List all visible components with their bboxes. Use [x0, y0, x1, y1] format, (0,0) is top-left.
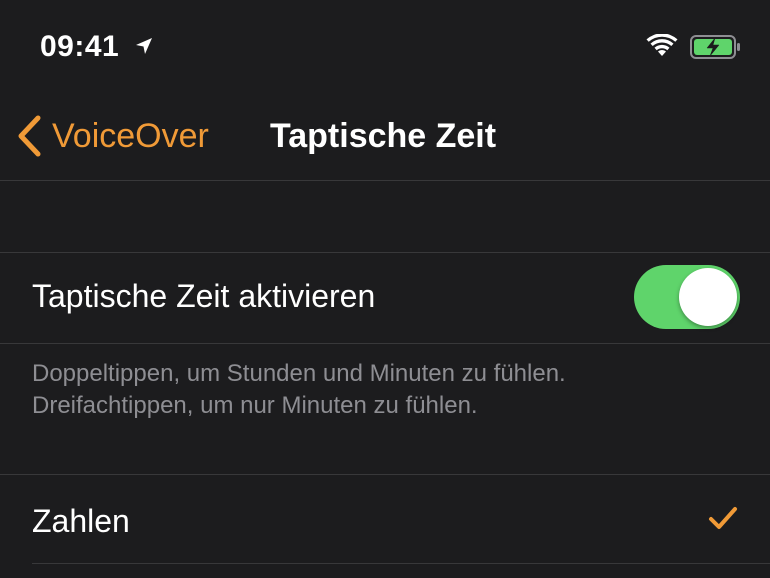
wifi-icon	[646, 34, 678, 56]
back-button-label: VoiceOver	[52, 116, 209, 155]
status-time: 09:41	[40, 30, 120, 63]
section-footer: Doppeltippen, um Stunden und Minuten zu …	[32, 358, 732, 422]
battery-charging-icon	[690, 35, 740, 59]
page-title: Taptische Zeit	[270, 117, 497, 155]
status-bar: 09:41	[0, 0, 770, 94]
checkmark-icon	[709, 507, 737, 529]
chevron-left-icon	[18, 115, 41, 157]
footer-line-2: Dreifachtippen, um nur Minuten zu fühlen…	[32, 392, 478, 419]
toggle-label: Taptische Zeit aktivieren	[32, 278, 376, 314]
footer-line-1: Doppeltippen, um Stunden und Minuten zu …	[32, 360, 566, 387]
navigation-bar: VoiceOver Taptische Zeit	[0, 94, 770, 181]
option-row-zahlen[interactable]: Zahlen	[0, 474, 770, 565]
row-separator	[32, 563, 770, 564]
location-arrow-icon	[136, 38, 152, 54]
taptic-time-toggle[interactable]	[634, 265, 740, 329]
toggle-row-taptic-time: Taptische Zeit aktivieren	[0, 252, 770, 344]
back-button[interactable]: VoiceOver	[16, 114, 209, 158]
option-label: Zahlen	[32, 503, 130, 539]
section-spacer	[0, 181, 770, 252]
toggle-knob	[679, 268, 737, 326]
